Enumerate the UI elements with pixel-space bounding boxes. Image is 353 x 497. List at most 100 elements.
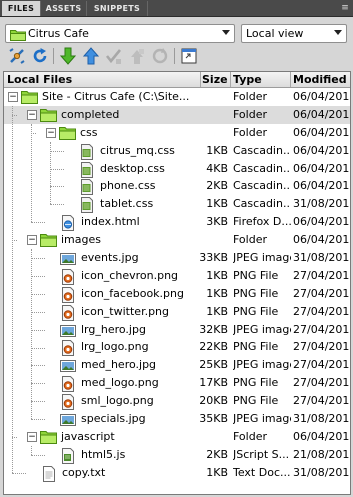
collapse-toggle-icon[interactable]: −: [8, 92, 18, 102]
file-name: citrus_mq.css: [100, 143, 175, 157]
file-type: Cascadin...: [233, 143, 291, 157]
file-modified: 31/08/2010: [293, 465, 351, 479]
file-size: 22KB: [199, 340, 228, 354]
file-modified: 27/04/2010: [293, 322, 351, 336]
file-name: desktop.css: [100, 161, 165, 175]
file-size: 4KB: [206, 161, 228, 175]
file-name: sml_logo.png: [81, 394, 154, 408]
file-name: images: [61, 233, 101, 247]
file-size: 1KB: [206, 304, 228, 318]
file-size: 25KB: [199, 358, 228, 372]
file-row[interactable]: med_hero.jpg 25KB JPEG image 27/04/2010: [4, 356, 350, 374]
file-row[interactable]: html5.js 2KB JScript S... 21/08/2010: [4, 446, 350, 464]
tab-assets[interactable]: ASSETS: [40, 1, 86, 16]
file-modified: 06/04/2011: [293, 215, 351, 229]
file-name: events.jpg: [81, 251, 139, 265]
file-type: PNG File: [233, 304, 279, 318]
column-local-files[interactable]: Local Files: [7, 73, 72, 86]
file-row[interactable]: lrg_hero.jpg 32KB JPEG image 27/04/2010: [4, 321, 350, 339]
file-name: lrg_hero.jpg: [81, 322, 146, 336]
file-type: PNG File: [233, 340, 279, 354]
file-size: 2KB: [206, 179, 228, 193]
sync-icon[interactable]: [150, 46, 170, 66]
panel-tab-bar: FILES ASSETS SNIPPETS ≡: [0, 0, 353, 17]
expand-panel-icon[interactable]: [179, 46, 199, 66]
file-size: 1KB: [206, 286, 228, 300]
file-type: JPEG image: [233, 358, 291, 372]
file-type: PNG File: [233, 268, 279, 282]
file-type: Folder: [233, 233, 267, 247]
file-size: 32KB: [199, 322, 228, 336]
file-type: PNG File: [233, 376, 279, 390]
check-out-icon[interactable]: [104, 46, 124, 66]
file-name: html5.js: [81, 447, 126, 461]
file-row[interactable]: events.jpg 33KB JPEG image 31/08/2010: [4, 249, 350, 267]
file-name: icon_facebook.png: [81, 286, 184, 300]
file-modified: 06/04/2011: [293, 161, 351, 175]
file-name: med_hero.jpg: [81, 358, 157, 372]
file-size: 17KB: [199, 376, 228, 390]
file-row[interactable]: lrg_logo.png 22KB PNG File 27/04/2010: [4, 338, 350, 357]
view-select[interactable]: Local view: [241, 24, 347, 43]
folder-row[interactable]: − completed Folder 06/04/2011: [4, 105, 350, 124]
collapse-toggle-icon[interactable]: −: [27, 109, 37, 120]
folder-row[interactable]: − javascript Folder 06/04/2011: [4, 428, 350, 446]
tab-files[interactable]: FILES: [2, 1, 40, 16]
column-modified[interactable]: Modified: [293, 73, 347, 86]
folder-row[interactable]: − css Folder 06/04/2011: [4, 124, 350, 142]
site-folder-icon: [10, 28, 26, 44]
file-row[interactable]: copy.txt 1KB Text Doc... 31/08/2010: [4, 464, 350, 482]
collapse-toggle-icon[interactable]: −: [27, 235, 37, 246]
file-name: index.html: [81, 215, 140, 229]
file-type: JPEG image: [233, 412, 291, 426]
files-toolbar: [5, 46, 348, 68]
file-type: Folder: [233, 125, 267, 139]
file-type: JPEG image: [233, 251, 291, 265]
file-modified: 06/04/2011: [293, 90, 351, 103]
connect-icon[interactable]: [7, 46, 27, 66]
file-row[interactable]: med_logo.png 17KB PNG File 27/04/2010: [4, 374, 351, 393]
file-modified: 21/08/2010: [293, 447, 351, 461]
file-size: 1KB: [206, 197, 228, 211]
file-modified: 27/04/2010: [293, 376, 351, 390]
file-row[interactable]: sml_logo.png 20KB PNG File 27/04/2010: [4, 392, 351, 411]
get-files-icon[interactable]: [58, 46, 78, 66]
file-size: 2KB: [206, 447, 228, 461]
collapse-toggle-icon[interactable]: −: [46, 127, 56, 138]
file-row[interactable]: icon_facebook.png 1KB PNG File 27/04/2010: [4, 285, 350, 303]
collapse-toggle-icon[interactable]: −: [27, 431, 37, 442]
file-modified: 31/08/2010: [293, 412, 351, 426]
file-name: completed: [61, 107, 120, 121]
file-modified: 06/04/2011: [293, 233, 351, 247]
file-modified: 27/04/2010: [293, 394, 351, 408]
file-name: css: [80, 125, 98, 139]
file-modified: 27/04/2010: [293, 304, 351, 318]
file-name: copy.txt: [62, 465, 106, 479]
column-size[interactable]: Size: [202, 73, 228, 86]
file-size: 1KB: [206, 143, 228, 157]
site-select[interactable]: Citrus Cafe: [5, 24, 235, 43]
put-files-icon[interactable]: [81, 46, 101, 66]
file-name: med_logo.png: [81, 376, 159, 390]
file-size: 1KB: [206, 465, 228, 479]
tab-snippets[interactable]: SNIPPETS: [86, 1, 148, 16]
folder-row[interactable]: − images Folder 06/04/2011: [4, 231, 350, 249]
file-name: lrg_logo.png: [81, 340, 149, 354]
file-row[interactable]: index.html 3KB Firefox D... 06/04/2011: [4, 213, 351, 232]
file-row[interactable]: icon_twitter.png 1KB PNG File 27/04/2010: [4, 303, 350, 321]
refresh-icon[interactable]: [30, 46, 50, 66]
file-type: Cascadin...: [233, 179, 291, 193]
file-type: Cascadin...: [233, 161, 291, 175]
file-row[interactable]: icon_chevron.png 1KB PNG File 27/04/2010: [4, 267, 350, 285]
file-name: javascript: [61, 429, 115, 443]
column-type[interactable]: Type: [233, 73, 262, 86]
file-type: Folder: [233, 90, 267, 103]
file-type: Text Doc...: [233, 465, 291, 479]
folder-row[interactable]: − Site - Citrus Cafe (C:\Site... Folder 06/…: [4, 88, 350, 106]
panel-menu-icon[interactable]: ≡: [340, 3, 350, 13]
site-select-value: Citrus Cafe: [28, 27, 89, 40]
file-row[interactable]: specials.jpg 35KB JPEG image 31/08/2010: [4, 410, 350, 428]
check-in-icon[interactable]: [127, 46, 147, 66]
file-modified: 27/04/2010: [293, 268, 351, 282]
file-size: 33KB: [199, 251, 228, 265]
